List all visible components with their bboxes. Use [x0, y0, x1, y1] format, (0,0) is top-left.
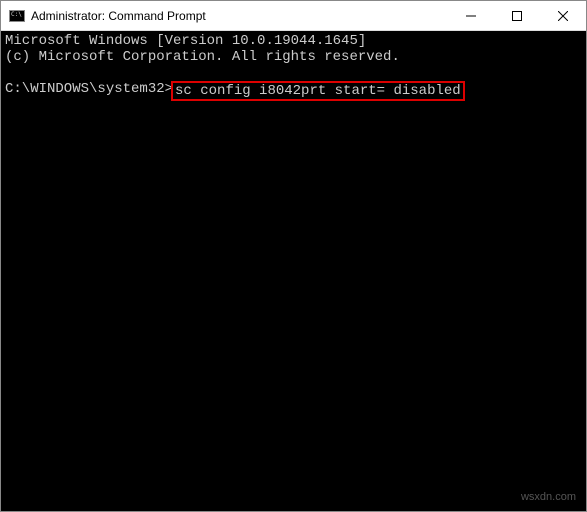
command-prompt-window: Administrator: Command Prompt Microsoft … [0, 0, 587, 512]
command-text: sc config i8042prt start= disabled [175, 83, 461, 99]
cmd-icon [9, 8, 25, 24]
maximize-button[interactable] [494, 1, 540, 30]
copyright-line: (c) Microsoft Corporation. All rights re… [5, 49, 582, 65]
window-controls [448, 1, 586, 30]
titlebar[interactable]: Administrator: Command Prompt [1, 1, 586, 31]
close-button[interactable] [540, 1, 586, 30]
prompt-text: C:\WINDOWS\system32> [5, 81, 173, 101]
version-line: Microsoft Windows [Version 10.0.19044.16… [5, 33, 582, 49]
minimize-button[interactable] [448, 1, 494, 30]
command-highlight: sc config i8042prt start= disabled [171, 81, 465, 101]
blank-line [5, 65, 582, 81]
watermark: wsxdn.com [521, 489, 576, 505]
window-title: Administrator: Command Prompt [31, 9, 448, 23]
prompt-line: C:\WINDOWS\system32>sc config i8042prt s… [5, 81, 582, 101]
console-area[interactable]: Microsoft Windows [Version 10.0.19044.16… [1, 31, 586, 511]
